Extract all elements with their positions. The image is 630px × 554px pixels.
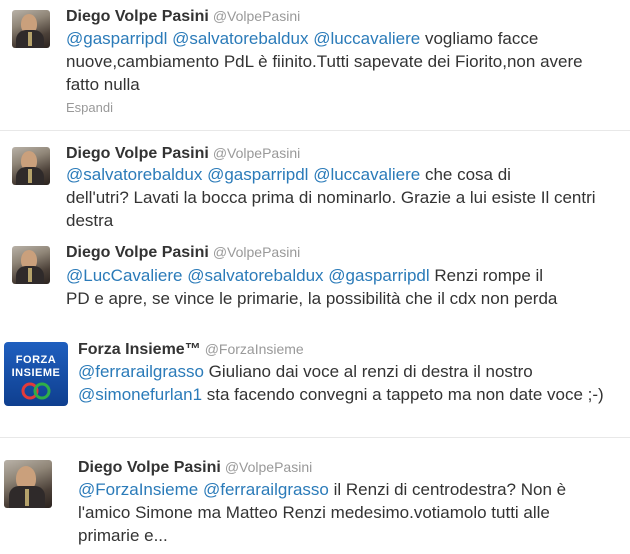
avatar[interactable] <box>12 10 50 48</box>
mention-link[interactable]: @salvatorebaldux <box>66 165 202 184</box>
mention-link[interactable]: @salvatorebaldux <box>187 266 323 285</box>
tweet-text-line: primarie e... <box>78 526 168 545</box>
tweet-4[interactable]: FORZA INSIEME Forza Insieme™ @ForzaInsiem… <box>0 327 630 437</box>
author-name[interactable]: Diego Volpe Pasini <box>66 145 209 162</box>
author-name[interactable]: Diego Volpe Pasini <box>66 244 209 261</box>
tweet-header: Diego Volpe Pasini @VolpePasini <box>78 459 312 477</box>
mention-link[interactable]: @LucCavaliere <box>66 266 182 285</box>
author-name[interactable]: Diego Volpe Pasini <box>66 8 209 25</box>
tweet-text-line: l'amico Simone ma Matteo Renzi medesimo.… <box>78 503 550 522</box>
expand-link[interactable]: Espandi <box>66 100 113 115</box>
tweet-text-line: destra <box>66 211 114 230</box>
tweet-text-segment: che cosa di <box>424 165 511 184</box>
author-handle[interactable]: @VolpePasini <box>213 145 300 161</box>
avatar[interactable] <box>12 246 50 284</box>
mention-link[interactable]: @ferrarailgrasso <box>203 480 329 499</box>
tweet-header: Diego Volpe Pasini @VolpePasini <box>66 244 300 262</box>
mention-link[interactable]: @gasparripdl <box>328 266 429 285</box>
tweet-text: @ferrarailgrasso Giuliano dai voce al re… <box>78 360 628 406</box>
tweet-2[interactable]: Diego Volpe Pasini @VolpePasini @salvator… <box>0 131 630 237</box>
tweet-text-line: fatto nulla <box>66 75 140 94</box>
tweet-text-segment: vogliamo facce <box>424 29 539 48</box>
avatar[interactable] <box>4 460 52 508</box>
tweet-text-segment: Giuliano dai voce al renzi di destra il … <box>208 362 533 381</box>
avatar[interactable] <box>12 147 50 185</box>
tweet-5[interactable]: Diego Volpe Pasini @VolpePasini @ForzaIns… <box>0 438 630 554</box>
tweet-text: @LucCavaliere @salvatorebaldux @gasparri… <box>66 264 626 310</box>
mention-link[interactable]: @ferrarailgrasso <box>78 362 204 381</box>
tweet-text: @ForzaInsieme @ferrarailgrasso il Renzi … <box>78 478 628 547</box>
mention-link[interactable]: @ForzaInsieme <box>78 480 198 499</box>
mention-link[interactable]: @simonefurlan1 <box>78 385 202 404</box>
mention-link[interactable]: @salvatorebaldux <box>172 29 308 48</box>
tweet-text-segment: sta facendo convegni a tappeto ma non da… <box>206 385 604 404</box>
author-name[interactable]: Forza Insieme™ <box>78 341 201 358</box>
mention-link[interactable]: @gasparripdl <box>207 165 308 184</box>
tweet-text-line: nuove,cambiamento PdL è fiinito.Tutti sa… <box>66 52 583 71</box>
author-handle[interactable]: @ForzaInsieme <box>205 341 304 357</box>
tweet-text-segment: il Renzi di centrodestra? Non è <box>333 480 567 499</box>
mention-link[interactable]: @luccavaliere <box>313 165 420 184</box>
tweet-header: Diego Volpe Pasini @VolpePasini <box>66 8 300 26</box>
tweet-text: @salvatorebaldux @gasparripdl @luccavali… <box>66 163 626 232</box>
mention-link[interactable]: @gasparripdl <box>66 29 167 48</box>
avatar[interactable]: FORZA INSIEME <box>4 342 68 406</box>
forza-insieme-logo-icon <box>21 382 51 400</box>
tweet-text-segment: Renzi rompe il <box>434 266 544 285</box>
tweet-text-line: dell'utri? Lavati la bocca prima di nomi… <box>66 188 596 207</box>
tweet-text-line: PD e apre, se vince le primarie, la poss… <box>66 289 558 308</box>
tweet-text: @gasparripdl @salvatorebaldux @luccavali… <box>66 27 626 96</box>
logo-text: FORZA <box>15 354 57 366</box>
author-handle[interactable]: @VolpePasini <box>213 8 300 24</box>
author-name[interactable]: Diego Volpe Pasini <box>78 459 221 476</box>
tweet-header: Forza Insieme™ @ForzaInsieme <box>78 341 304 359</box>
mention-link[interactable]: @luccavaliere <box>313 29 420 48</box>
author-handle[interactable]: @VolpePasini <box>213 244 300 260</box>
tweet-1[interactable]: Diego Volpe Pasini @VolpePasini @gasparri… <box>0 0 630 130</box>
logo-text: INSIEME <box>11 367 61 379</box>
tweet-header: Diego Volpe Pasini @VolpePasini <box>66 145 300 163</box>
tweet-3[interactable]: Diego Volpe Pasini @VolpePasini @LucCaval… <box>0 237 630 327</box>
author-handle[interactable]: @VolpePasini <box>225 459 312 475</box>
